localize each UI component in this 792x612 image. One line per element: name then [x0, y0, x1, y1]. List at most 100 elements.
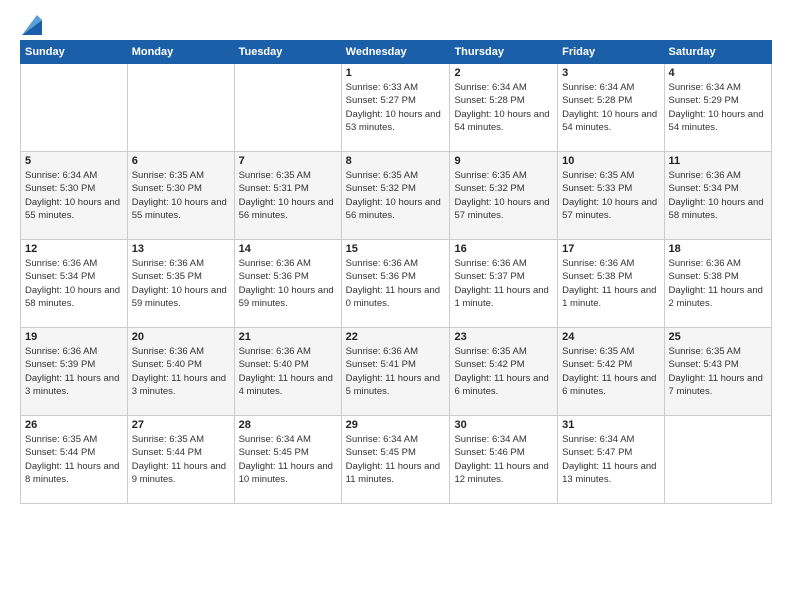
- calendar-cell: 18Sunrise: 6:36 AM Sunset: 5:38 PM Dayli…: [664, 240, 771, 328]
- calendar-cell: 5 Sunrise: 6:34 AM Sunset: 5:30 PM Daylig…: [21, 152, 128, 240]
- calendar-cell: 6 Sunrise: 6:35 AM Sunset: 5:30 PM Daylig…: [127, 152, 234, 240]
- calendar-week-4: 19 Sunrise: 6:36 AM Sunset: 5:39 PM Dayli…: [21, 328, 772, 416]
- day-number: 7: [239, 155, 337, 167]
- day-number: 20: [132, 331, 230, 343]
- weekday-header-friday: Friday: [558, 41, 664, 64]
- calendar-cell: 16 Sunrise: 6:36 AM Sunset: 5:37 PM Dayli…: [450, 240, 558, 328]
- day-info: Sunrise: 6:34 AM Sunset: 5:47 PM Dayligh…: [562, 433, 659, 486]
- calendar-cell: 27Sunrise: 6:35 AM Sunset: 5:44 PM Dayli…: [127, 416, 234, 504]
- header: [20, 15, 772, 30]
- calendar-cell: [234, 64, 341, 152]
- day-info: Sunrise: 6:35 AM Sunset: 5:32 PM Dayligh…: [454, 169, 553, 222]
- calendar-cell: 26 Sunrise: 6:35 AM Sunset: 5:44 PM Dayli…: [21, 416, 128, 504]
- day-info: Sunrise: 6:34 AM Sunset: 5:46 PM Dayligh…: [454, 433, 553, 486]
- day-number: 17: [562, 243, 659, 255]
- day-number: 3: [562, 67, 659, 79]
- calendar-cell: 30 Sunrise: 6:34 AM Sunset: 5:46 PM Dayli…: [450, 416, 558, 504]
- calendar-cell: 14 Sunrise: 6:36 AM Sunset: 5:36 PM Dayli…: [234, 240, 341, 328]
- calendar-cell: 20 Sunrise: 6:36 AM Sunset: 5:40 PM Dayli…: [127, 328, 234, 416]
- day-number: 31: [562, 419, 659, 431]
- day-info: Sunrise: 6:36 AM Sunset: 5:34 PM Dayligh…: [669, 169, 767, 222]
- day-number: 13: [132, 243, 230, 255]
- day-info: Sunrise: 6:36 AM Sunset: 5:36 PM Dayligh…: [346, 257, 446, 310]
- calendar-week-3: 12Sunrise: 6:36 AM Sunset: 5:34 PM Dayli…: [21, 240, 772, 328]
- calendar-cell: 25Sunrise: 6:35 AM Sunset: 5:43 PM Dayli…: [664, 328, 771, 416]
- calendar-week-2: 5 Sunrise: 6:34 AM Sunset: 5:30 PM Daylig…: [21, 152, 772, 240]
- calendar-cell: 19 Sunrise: 6:36 AM Sunset: 5:39 PM Dayli…: [21, 328, 128, 416]
- day-info: Sunrise: 6:34 AM Sunset: 5:30 PM Dayligh…: [25, 169, 123, 222]
- day-number: 9: [454, 155, 553, 167]
- day-info: Sunrise: 6:34 AM Sunset: 5:45 PM Dayligh…: [239, 433, 337, 486]
- day-info: Sunrise: 6:35 AM Sunset: 5:42 PM Dayligh…: [454, 345, 553, 398]
- calendar-cell: 24 Sunrise: 6:35 AM Sunset: 5:42 PM Dayli…: [558, 328, 664, 416]
- day-number: 28: [239, 419, 337, 431]
- calendar-cell: 28 Sunrise: 6:34 AM Sunset: 5:45 PM Dayli…: [234, 416, 341, 504]
- day-number: 4: [669, 67, 767, 79]
- calendar-week-5: 26 Sunrise: 6:35 AM Sunset: 5:44 PM Dayli…: [21, 416, 772, 504]
- day-number: 5: [25, 155, 123, 167]
- day-number: 19: [25, 331, 123, 343]
- day-number: 15: [346, 243, 446, 255]
- day-info: Sunrise: 6:36 AM Sunset: 5:40 PM Dayligh…: [239, 345, 337, 398]
- calendar-cell: 2Sunrise: 6:34 AM Sunset: 5:28 PM Daylig…: [450, 64, 558, 152]
- day-number: 10: [562, 155, 659, 167]
- calendar-cell: 29 Sunrise: 6:34 AM Sunset: 5:45 PM Dayli…: [341, 416, 450, 504]
- day-info: Sunrise: 6:35 AM Sunset: 5:31 PM Dayligh…: [239, 169, 337, 222]
- day-info: Sunrise: 6:36 AM Sunset: 5:36 PM Dayligh…: [239, 257, 337, 310]
- calendar-cell: [21, 64, 128, 152]
- day-number: 25: [669, 331, 767, 343]
- calendar-cell: 22 Sunrise: 6:36 AM Sunset: 5:41 PM Dayli…: [341, 328, 450, 416]
- day-number: 14: [239, 243, 337, 255]
- weekday-header-tuesday: Tuesday: [234, 41, 341, 64]
- calendar-cell: 9 Sunrise: 6:35 AM Sunset: 5:32 PM Daylig…: [450, 152, 558, 240]
- calendar-cell: 31 Sunrise: 6:34 AM Sunset: 5:47 PM Dayli…: [558, 416, 664, 504]
- day-info: Sunrise: 6:34 AM Sunset: 5:29 PM Dayligh…: [669, 81, 767, 134]
- calendar-cell: [127, 64, 234, 152]
- calendar-week-1: 1Sunrise: 6:33 AM Sunset: 5:27 PM Daylig…: [21, 64, 772, 152]
- page: SundayMondayTuesdayWednesdayThursdayFrid…: [0, 0, 792, 612]
- day-info: Sunrise: 6:36 AM Sunset: 5:39 PM Dayligh…: [25, 345, 123, 398]
- day-number: 1: [346, 67, 446, 79]
- calendar-cell: 21Sunrise: 6:36 AM Sunset: 5:40 PM Dayli…: [234, 328, 341, 416]
- day-info: Sunrise: 6:34 AM Sunset: 5:45 PM Dayligh…: [346, 433, 446, 486]
- logo-icon: [22, 15, 42, 35]
- calendar-cell: 4 Sunrise: 6:34 AM Sunset: 5:29 PM Daylig…: [664, 64, 771, 152]
- day-info: Sunrise: 6:35 AM Sunset: 5:32 PM Dayligh…: [346, 169, 446, 222]
- calendar-cell: [664, 416, 771, 504]
- day-number: 23: [454, 331, 553, 343]
- day-info: Sunrise: 6:35 AM Sunset: 5:42 PM Dayligh…: [562, 345, 659, 398]
- calendar-cell: 10 Sunrise: 6:35 AM Sunset: 5:33 PM Dayli…: [558, 152, 664, 240]
- day-number: 24: [562, 331, 659, 343]
- calendar-cell: 3Sunrise: 6:34 AM Sunset: 5:28 PM Daylig…: [558, 64, 664, 152]
- logo: [20, 15, 42, 30]
- day-info: Sunrise: 6:34 AM Sunset: 5:28 PM Dayligh…: [454, 81, 553, 134]
- calendar-cell: 1Sunrise: 6:33 AM Sunset: 5:27 PM Daylig…: [341, 64, 450, 152]
- day-number: 29: [346, 419, 446, 431]
- calendar-cell: 11Sunrise: 6:36 AM Sunset: 5:34 PM Dayli…: [664, 152, 771, 240]
- day-number: 6: [132, 155, 230, 167]
- day-info: Sunrise: 6:35 AM Sunset: 5:33 PM Dayligh…: [562, 169, 659, 222]
- day-number: 22: [346, 331, 446, 343]
- day-info: Sunrise: 6:35 AM Sunset: 5:44 PM Dayligh…: [25, 433, 123, 486]
- day-info: Sunrise: 6:35 AM Sunset: 5:30 PM Dayligh…: [132, 169, 230, 222]
- calendar-cell: 13 Sunrise: 6:36 AM Sunset: 5:35 PM Dayli…: [127, 240, 234, 328]
- day-number: 16: [454, 243, 553, 255]
- day-info: Sunrise: 6:36 AM Sunset: 5:38 PM Dayligh…: [669, 257, 767, 310]
- calendar-cell: 15 Sunrise: 6:36 AM Sunset: 5:36 PM Dayli…: [341, 240, 450, 328]
- calendar-cell: 23 Sunrise: 6:35 AM Sunset: 5:42 PM Dayli…: [450, 328, 558, 416]
- day-number: 30: [454, 419, 553, 431]
- day-number: 26: [25, 419, 123, 431]
- day-info: Sunrise: 6:36 AM Sunset: 5:38 PM Dayligh…: [562, 257, 659, 310]
- day-info: Sunrise: 6:36 AM Sunset: 5:41 PM Dayligh…: [346, 345, 446, 398]
- day-info: Sunrise: 6:36 AM Sunset: 5:37 PM Dayligh…: [454, 257, 553, 310]
- day-info: Sunrise: 6:36 AM Sunset: 5:34 PM Dayligh…: [25, 257, 123, 310]
- calendar-cell: 7 Sunrise: 6:35 AM Sunset: 5:31 PM Daylig…: [234, 152, 341, 240]
- calendar-cell: 8Sunrise: 6:35 AM Sunset: 5:32 PM Daylig…: [341, 152, 450, 240]
- weekday-header-saturday: Saturday: [664, 41, 771, 64]
- weekday-header-thursday: Thursday: [450, 41, 558, 64]
- day-info: Sunrise: 6:36 AM Sunset: 5:40 PM Dayligh…: [132, 345, 230, 398]
- day-info: Sunrise: 6:36 AM Sunset: 5:35 PM Dayligh…: [132, 257, 230, 310]
- calendar-cell: 17 Sunrise: 6:36 AM Sunset: 5:38 PM Dayli…: [558, 240, 664, 328]
- day-number: 27: [132, 419, 230, 431]
- calendar-cell: 12Sunrise: 6:36 AM Sunset: 5:34 PM Dayli…: [21, 240, 128, 328]
